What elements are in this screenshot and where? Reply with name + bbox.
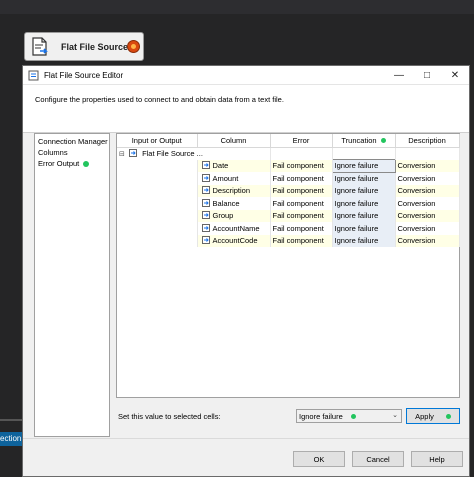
table-row[interactable]: Description Fail component Ignore failur…	[117, 184, 460, 197]
editor-window-icon	[28, 70, 39, 81]
description-cell: Conversion	[395, 184, 460, 197]
column-cell: Description	[197, 184, 271, 197]
table-row[interactable]: Group Fail component Ignore failure Conv…	[117, 209, 460, 222]
nav-item-label: Error Output	[38, 159, 80, 168]
editor-nav-list: Connection Manager Columns Error Output	[34, 133, 110, 437]
error-cell[interactable]: Fail component	[270, 172, 333, 185]
collapse-icon[interactable]: ⊟	[119, 151, 125, 158]
description-cell: Conversion	[395, 234, 460, 247]
description-cell: Conversion	[395, 197, 460, 210]
close-icon[interactable]: ✕	[441, 66, 469, 85]
nav-item-columns[interactable]: Columns	[37, 147, 107, 158]
table-header-row: Input or Output Column Error Truncation …	[117, 134, 460, 148]
column-icon	[201, 211, 210, 220]
error-output-table: Input or Output Column Error Truncation …	[117, 134, 460, 247]
description-cell: Conversion	[395, 222, 460, 235]
left-edge-divider	[0, 419, 22, 421]
truncation-cell[interactable]: Ignore failure	[332, 209, 396, 222]
truncation-indicator-icon	[380, 137, 386, 143]
table-row[interactable]: Balance Fail component Ignore failure Co…	[117, 197, 460, 210]
dialog-description: Configure the properties used to connect…	[35, 95, 284, 104]
set-value-dropdown[interactable]: Ignore failure ⌄	[296, 409, 402, 423]
table-row-source[interactable]: ⊟ Flat File Source ...	[117, 147, 460, 160]
ok-button[interactable]: OK	[293, 451, 345, 467]
header-input-or-output[interactable]: Input or Output	[117, 134, 198, 148]
header-column[interactable]: Column	[197, 134, 271, 148]
column-icon	[201, 173, 210, 182]
flat-file-source-editor-dialog: Flat File Source Editor — □ ✕ Configure …	[22, 65, 470, 477]
column-icon	[201, 186, 210, 195]
column-icon	[201, 223, 210, 232]
dropdown-indicator-icon	[350, 413, 356, 419]
dropdown-selected-value: Ignore failure	[299, 411, 343, 421]
truncation-cell[interactable]: Ignore failure	[332, 234, 396, 247]
chevron-down-icon[interactable]: ⌄	[392, 411, 398, 419]
apply-button-label: Apply	[415, 411, 434, 421]
error-output-grid: Input or Output Column Error Truncation …	[116, 133, 460, 398]
truncation-cell[interactable]: Ignore failure	[331, 159, 396, 173]
table-row[interactable]: Amount Fail component Ignore failure Con…	[117, 172, 460, 185]
table-row[interactable]: AccountCode Fail component Ignore failur…	[117, 234, 460, 247]
error-cell[interactable]: Fail component	[270, 184, 333, 197]
cancel-button[interactable]: Cancel	[352, 451, 404, 467]
minimize-icon[interactable]: —	[385, 66, 413, 85]
column-cell: Balance	[197, 197, 271, 210]
error-cell[interactable]: Fail component	[270, 159, 333, 172]
source-label: Flat File Source ...	[142, 149, 203, 158]
header-description[interactable]: Description	[395, 134, 460, 148]
error-cell[interactable]: Fail component	[270, 222, 333, 235]
description-cell: Conversion	[395, 159, 460, 172]
designer-top-strip	[0, 0, 474, 14]
dialog-description-panel: Configure the properties used to connect…	[23, 85, 469, 133]
nav-item-connection-manager[interactable]: Connection Manager	[37, 136, 108, 147]
truncation-cell[interactable]: Ignore failure	[332, 222, 396, 235]
error-cell[interactable]: Fail component	[270, 197, 333, 210]
column-icon	[201, 161, 210, 170]
table-row[interactable]: Date Fail component Ignore failure Conve…	[117, 159, 460, 173]
column-icon	[201, 198, 210, 207]
header-error[interactable]: Error	[270, 134, 333, 148]
connection-tab-fragment[interactable]: ection	[0, 432, 22, 446]
dialog-titlebar: Flat File Source Editor — □ ✕	[23, 66, 469, 85]
nav-item-label: Columns	[38, 148, 68, 157]
set-value-label: Set this value to selected cells:	[118, 412, 221, 421]
error-status-icon	[127, 40, 140, 53]
truncation-cell[interactable]: Ignore failure	[332, 197, 396, 210]
column-icon	[201, 236, 210, 245]
truncation-cell[interactable]: Ignore failure	[332, 184, 396, 197]
component-title: Flat File Source	[61, 41, 129, 52]
flat-file-source-icon	[29, 36, 51, 58]
apply-button[interactable]: Apply	[406, 408, 460, 424]
help-button[interactable]: Help	[411, 451, 463, 467]
apply-indicator-icon	[445, 413, 451, 419]
column-cell: Date	[197, 159, 271, 172]
column-cell: Amount	[197, 172, 271, 185]
description-cell: Conversion	[395, 172, 460, 185]
column-cell: AccountCode	[197, 234, 271, 247]
description-cell: Conversion	[395, 209, 460, 222]
error-cell[interactable]: Fail component	[270, 209, 333, 222]
error-cell[interactable]: Fail component	[270, 234, 333, 247]
header-truncation-label: Truncation	[341, 135, 377, 145]
flat-file-source-component[interactable]: Flat File Source	[24, 32, 144, 61]
maximize-icon[interactable]: □	[413, 66, 441, 85]
source-output-icon	[128, 149, 137, 157]
nav-item-label: Connection Manager	[38, 137, 108, 146]
dialog-title: Flat File Source Editor	[44, 70, 124, 80]
header-truncation[interactable]: Truncation	[332, 134, 396, 148]
column-cell: AccountName	[197, 222, 271, 235]
truncation-cell[interactable]: Ignore failure	[332, 172, 396, 185]
table-row[interactable]: AccountName Fail component Ignore failur…	[117, 222, 460, 235]
column-cell: Group	[197, 209, 271, 222]
source-cell[interactable]: ⊟ Flat File Source ...	[117, 147, 271, 160]
footer-divider	[23, 438, 469, 439]
nav-indicator-icon	[83, 160, 90, 167]
nav-item-error-output[interactable]: Error Output	[37, 158, 107, 169]
